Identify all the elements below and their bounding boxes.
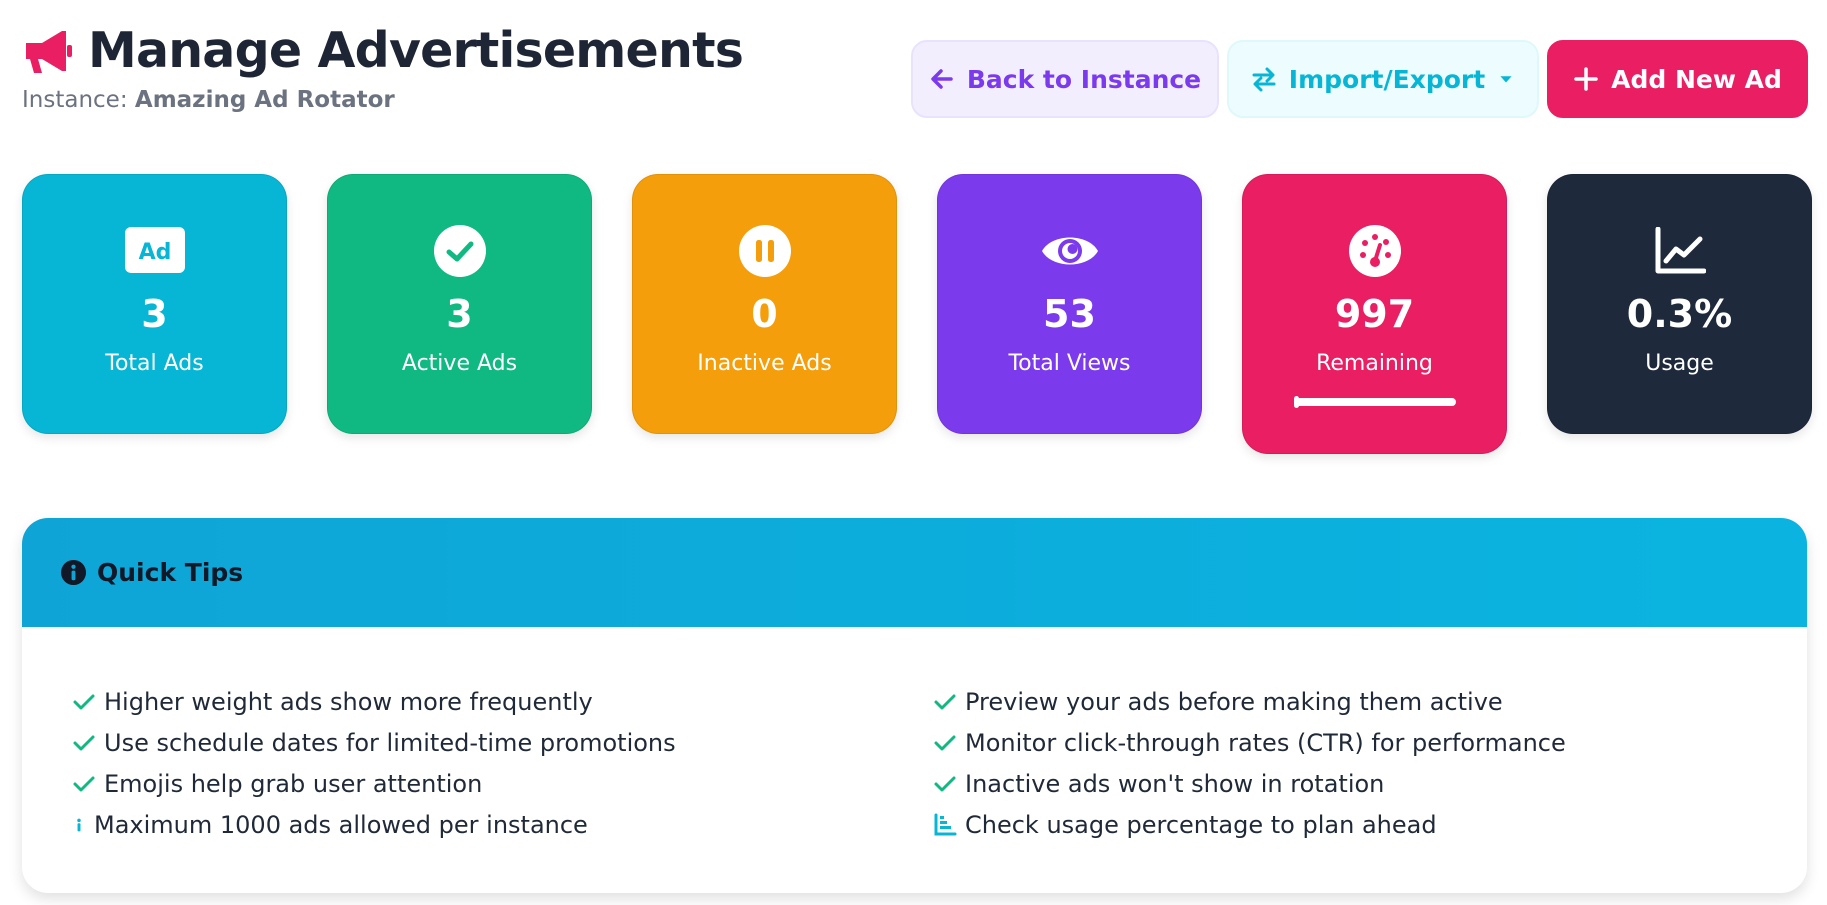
page-title: Manage Advertisements xyxy=(88,22,744,79)
pause-circle-icon xyxy=(738,225,791,277)
stat-value: 3 xyxy=(446,292,473,336)
stat-value: 0.3% xyxy=(1626,292,1733,336)
stat-card-remaining: 997 Remaining xyxy=(1242,174,1507,454)
page-header: Manage Advertisements Instance: Amazing … xyxy=(22,22,744,113)
chart-line-icon xyxy=(1655,227,1706,274)
megaphone-icon xyxy=(26,30,72,73)
back-to-instance-button[interactable]: Back to Instance xyxy=(911,40,1219,118)
stat-label: Active Ads xyxy=(401,351,518,376)
check-icon xyxy=(934,776,956,791)
caret-down-icon xyxy=(1500,76,1512,83)
tip-item: Higher weight ads show more frequently xyxy=(72,681,676,722)
stat-label: Usage xyxy=(1645,351,1714,376)
stat-card-active-ads: 3 Active Ads xyxy=(327,174,592,434)
tip-item: Use schedule dates for limited-time prom… xyxy=(72,722,676,763)
stat-label: Total Ads xyxy=(105,351,204,376)
add-new-ad-button[interactable]: Add New Ad xyxy=(1547,40,1808,118)
stat-card-total-ads: Ad 3 Total Ads xyxy=(22,174,287,434)
quick-tips-card: Quick Tips Higher weight ads show more f… xyxy=(22,518,1807,893)
add-button-label: Add New Ad xyxy=(1611,64,1782,94)
back-button-label: Back to Instance xyxy=(966,64,1202,94)
instance-name: Amazing Ad Rotator xyxy=(134,87,395,113)
quick-tips-title: Quick Tips xyxy=(97,558,244,587)
stat-value: 3 xyxy=(141,292,168,336)
stat-label: Total Views xyxy=(1008,351,1131,376)
svg-text:Ad: Ad xyxy=(138,240,171,265)
tip-text: Emojis help grab user attention xyxy=(104,769,483,798)
tip-item: Check usage percentage to plan ahead xyxy=(933,804,1566,845)
stat-card-inactive-ads: 0 Inactive Ads xyxy=(632,174,897,434)
stat-card-usage: 0.3% Usage xyxy=(1547,174,1812,434)
arrow-left-icon xyxy=(931,69,953,89)
info-circle-icon xyxy=(60,559,87,586)
import-export-dropdown[interactable]: Import/Export xyxy=(1227,40,1539,118)
instance-label: Instance: xyxy=(22,87,128,113)
tip-item: Monitor click-through rates (CTR) for pe… xyxy=(933,722,1566,763)
chart-bar-icon xyxy=(934,813,957,835)
header-actions: Back to Instance Import/Export Add New A… xyxy=(911,40,1808,118)
tip-text: Use schedule dates for limited-time prom… xyxy=(104,728,676,757)
gauge-icon xyxy=(1348,225,1401,277)
check-circle-icon xyxy=(433,225,486,277)
tip-item: Maximum 1000 ads allowed per instance xyxy=(72,804,676,845)
stat-card-total-views: 53 Total Views xyxy=(937,174,1202,434)
info-icon xyxy=(77,818,81,831)
instance-subtitle: Instance: Amazing Ad Rotator xyxy=(22,87,743,113)
quick-tips-header: Quick Tips xyxy=(22,518,1807,627)
usage-progress-fill xyxy=(1293,396,1299,408)
plus-icon xyxy=(1574,67,1598,91)
stat-value: 0 xyxy=(751,292,778,336)
stat-label: Inactive Ads xyxy=(697,351,832,376)
tip-text: Preview your ads before making them acti… xyxy=(965,687,1503,716)
tip-text: Higher weight ads show more frequently xyxy=(104,687,593,716)
exchange-icon xyxy=(1252,67,1276,92)
tips-right-column: Preview your ads before making them acti… xyxy=(933,681,1566,845)
quick-tips-body: Higher weight ads show more frequently U… xyxy=(22,627,1807,893)
check-icon xyxy=(73,735,95,750)
import-export-label: Import/Export xyxy=(1288,64,1486,94)
tip-item: Emojis help grab user attention xyxy=(72,763,676,804)
tip-text: Check usage percentage to plan ahead xyxy=(965,810,1437,839)
stat-value: 997 xyxy=(1334,292,1415,336)
tips-left-column: Higher weight ads show more frequently U… xyxy=(72,681,676,845)
check-icon xyxy=(73,694,95,709)
stat-label: Remaining xyxy=(1316,351,1433,376)
ad-icon: Ad xyxy=(124,227,185,273)
usage-progress-bar xyxy=(1293,396,1456,408)
stat-value: 53 xyxy=(1043,292,1096,336)
tip-text: Inactive ads won't show in rotation xyxy=(965,769,1385,798)
tip-text: Maximum 1000 ads allowed per instance xyxy=(94,810,588,839)
tip-text: Monitor click-through rates (CTR) for pe… xyxy=(965,728,1566,757)
check-icon xyxy=(934,735,956,750)
tip-item: Preview your ads before making them acti… xyxy=(933,681,1566,722)
eye-icon xyxy=(1041,237,1098,265)
tip-item: Inactive ads won't show in rotation xyxy=(933,763,1566,804)
check-icon xyxy=(934,694,956,709)
check-icon xyxy=(73,776,95,791)
